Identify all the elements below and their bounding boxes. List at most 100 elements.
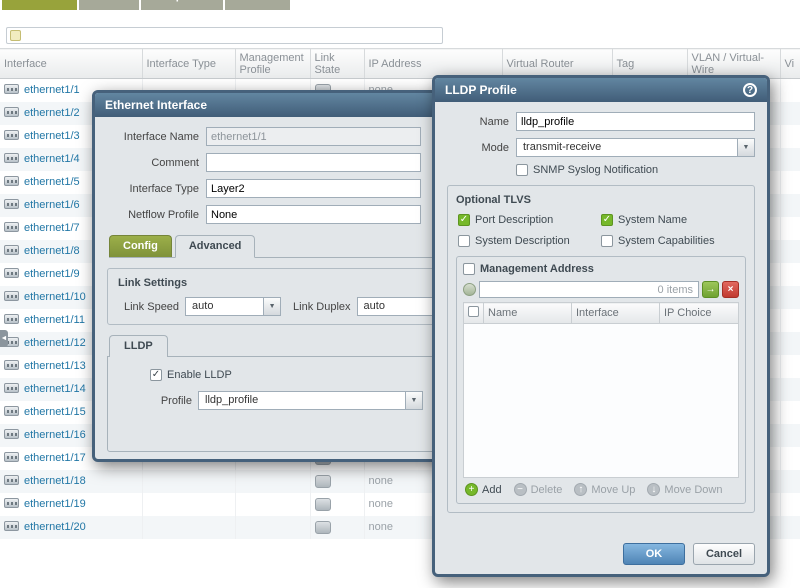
delete-icon: − <box>514 483 527 496</box>
mgmt-filter-row: 0 items → × <box>463 281 739 298</box>
checkbox-label: System Description <box>475 235 570 247</box>
management-address-checkbox[interactable] <box>463 263 475 275</box>
interface-link[interactable]: ethernet1/9 <box>24 268 80 280</box>
link-duplex-label: Link Duplex <box>293 301 350 313</box>
interface-link[interactable]: ethernet1/5 <box>24 176 80 188</box>
help-icon[interactable]: ? <box>743 83 757 97</box>
ethernet-port-icon <box>4 268 19 278</box>
interface-link[interactable]: ethernet1/10 <box>24 291 86 303</box>
select-all-checkbox[interactable] <box>468 306 479 317</box>
dialog-header: LLDP Profile ? <box>435 78 767 102</box>
checkbox[interactable]: ✓ <box>458 214 470 226</box>
col-interface[interactable]: Interface <box>0 49 142 79</box>
interface-link[interactable]: ethernet1/15 <box>24 406 86 418</box>
tab-tunnel[interactable]: Tunnel <box>225 0 290 10</box>
interface-link[interactable]: ethernet1/12 <box>24 337 86 349</box>
link-speed-select[interactable]: auto ▼ <box>185 297 281 316</box>
tab-loopback[interactable]: Loopback <box>141 0 223 10</box>
checkbox[interactable] <box>601 235 613 247</box>
mgmt-col-name[interactable]: Name <box>484 303 572 324</box>
col-vi-truncated[interactable]: Vi <box>780 49 800 79</box>
move-down-icon: ↓ <box>647 483 660 496</box>
interface-link[interactable]: ethernet1/14 <box>24 383 86 395</box>
items-count: 0 items <box>658 284 693 296</box>
interface-link[interactable]: ethernet1/3 <box>24 130 80 142</box>
interface-link[interactable]: ethernet1/11 <box>24 314 85 326</box>
filter-icon <box>10 30 21 41</box>
panel-collapse-handle[interactable]: ◄ <box>0 330 8 347</box>
move-down-button[interactable]: ↓Move Down <box>647 483 722 496</box>
snmp-syslog-checkbox[interactable] <box>516 164 528 176</box>
netflow-profile-input[interactable] <box>206 205 421 224</box>
mode-select[interactable]: transmit-receive ▼ <box>516 138 755 157</box>
enable-lldp-checkbox[interactable]: ✓ <box>150 369 162 381</box>
interface-link[interactable]: ethernet1/4 <box>24 153 80 165</box>
interface-link[interactable]: ethernet1/18 <box>24 475 86 487</box>
mgmt-table-empty-body <box>463 324 739 478</box>
interface-type-input[interactable] <box>206 179 421 198</box>
mode-label: Mode <box>447 142 509 154</box>
checkbox[interactable] <box>458 235 470 247</box>
ethernet-port-icon <box>4 130 19 140</box>
apply-filter-button[interactable]: → <box>702 281 719 298</box>
mgmt-col-ip-choice[interactable]: IP Choice <box>660 303 739 324</box>
ethernet-port-icon <box>4 291 19 301</box>
interface-link[interactable]: ethernet1/17 <box>24 452 86 464</box>
refresh-icon[interactable] <box>463 283 476 296</box>
interface-link[interactable]: ethernet1/6 <box>24 199 80 211</box>
interface-link[interactable]: ethernet1/1 <box>24 84 80 96</box>
col-virtual-router[interactable]: Virtual Router <box>502 49 612 79</box>
col-ip-address[interactable]: IP Address <box>364 49 502 79</box>
optional-tlvs-title: Optional TLVS <box>456 194 746 206</box>
ethernet-port-icon <box>4 176 19 186</box>
checkbox-label: System Name <box>618 214 687 226</box>
management-address-title-row: Management Address <box>463 263 739 275</box>
mgmt-col-interface[interactable]: Interface <box>572 303 660 324</box>
tab-advanced[interactable]: Advanced <box>175 235 256 258</box>
interface-link[interactable]: ethernet1/19 <box>24 498 86 510</box>
interface-link[interactable]: ethernet1/13 <box>24 360 86 372</box>
col-management-profile[interactable]: Management Profile <box>235 49 310 79</box>
tlv-system-description: System Description <box>458 235 601 247</box>
dialog-button-bar: OK Cancel <box>623 543 755 565</box>
ethernet-port-icon <box>4 314 19 324</box>
interface-link[interactable]: ethernet1/2 <box>24 107 80 119</box>
app-window: EthernetVLANLoopbackTunnel Interface Int… <box>0 0 800 588</box>
interface-link[interactable]: ethernet1/8 <box>24 245 80 257</box>
move-up-icon: ↑ <box>574 483 587 496</box>
cancel-button[interactable]: Cancel <box>693 543 755 565</box>
link-state-icon <box>315 498 331 511</box>
lldp-profile-select[interactable]: lldp_profile ▼ <box>198 391 423 410</box>
snmp-syslog-label: SNMP Syslog Notification <box>533 164 658 176</box>
clear-filter-button[interactable]: × <box>722 281 739 298</box>
optional-tlvs-group: Optional TLVS ✓ Port Description ✓ System N… <box>447 185 755 513</box>
profile-name-input[interactable] <box>516 112 755 131</box>
management-address-table: Name Interface IP Choice <box>463 302 739 324</box>
add-button[interactable]: +Add <box>465 483 502 496</box>
tab-config[interactable]: Config <box>109 235 172 257</box>
link-speed-label: Link Speed <box>124 301 179 313</box>
tab-vlan[interactable]: VLAN <box>79 0 139 10</box>
interface-link[interactable]: ethernet1/20 <box>24 521 86 533</box>
col-tag[interactable]: Tag <box>612 49 687 79</box>
tab-lldp[interactable]: LLDP <box>109 335 168 357</box>
ethernet-port-icon <box>4 406 19 416</box>
close-icon: × <box>728 284 734 295</box>
checkbox-label: Port Description <box>475 214 553 226</box>
ethernet-port-icon <box>4 245 19 255</box>
interface-link[interactable]: ethernet1/7 <box>24 222 80 234</box>
ok-button[interactable]: OK <box>623 543 685 565</box>
comment-input[interactable] <box>206 153 421 172</box>
tab-ethernet[interactable]: Ethernet <box>2 0 77 10</box>
col-vlan-virtual-wire[interactable]: VLAN / Virtual-Wire <box>687 49 780 79</box>
chevron-down-icon: ▼ <box>405 392 422 409</box>
move-up-button[interactable]: ↑Move Up <box>574 483 635 496</box>
col-link-state[interactable]: Link State <box>310 49 364 79</box>
ethernet-port-icon <box>4 521 19 531</box>
delete-button[interactable]: −Delete <box>514 483 563 496</box>
mgmt-filter-input[interactable]: 0 items <box>479 281 699 298</box>
checkbox[interactable]: ✓ <box>601 214 613 226</box>
interface-link[interactable]: ethernet1/16 <box>24 429 86 441</box>
filter-input[interactable] <box>25 29 442 42</box>
col-interface-type[interactable]: Interface Type <box>142 49 235 79</box>
